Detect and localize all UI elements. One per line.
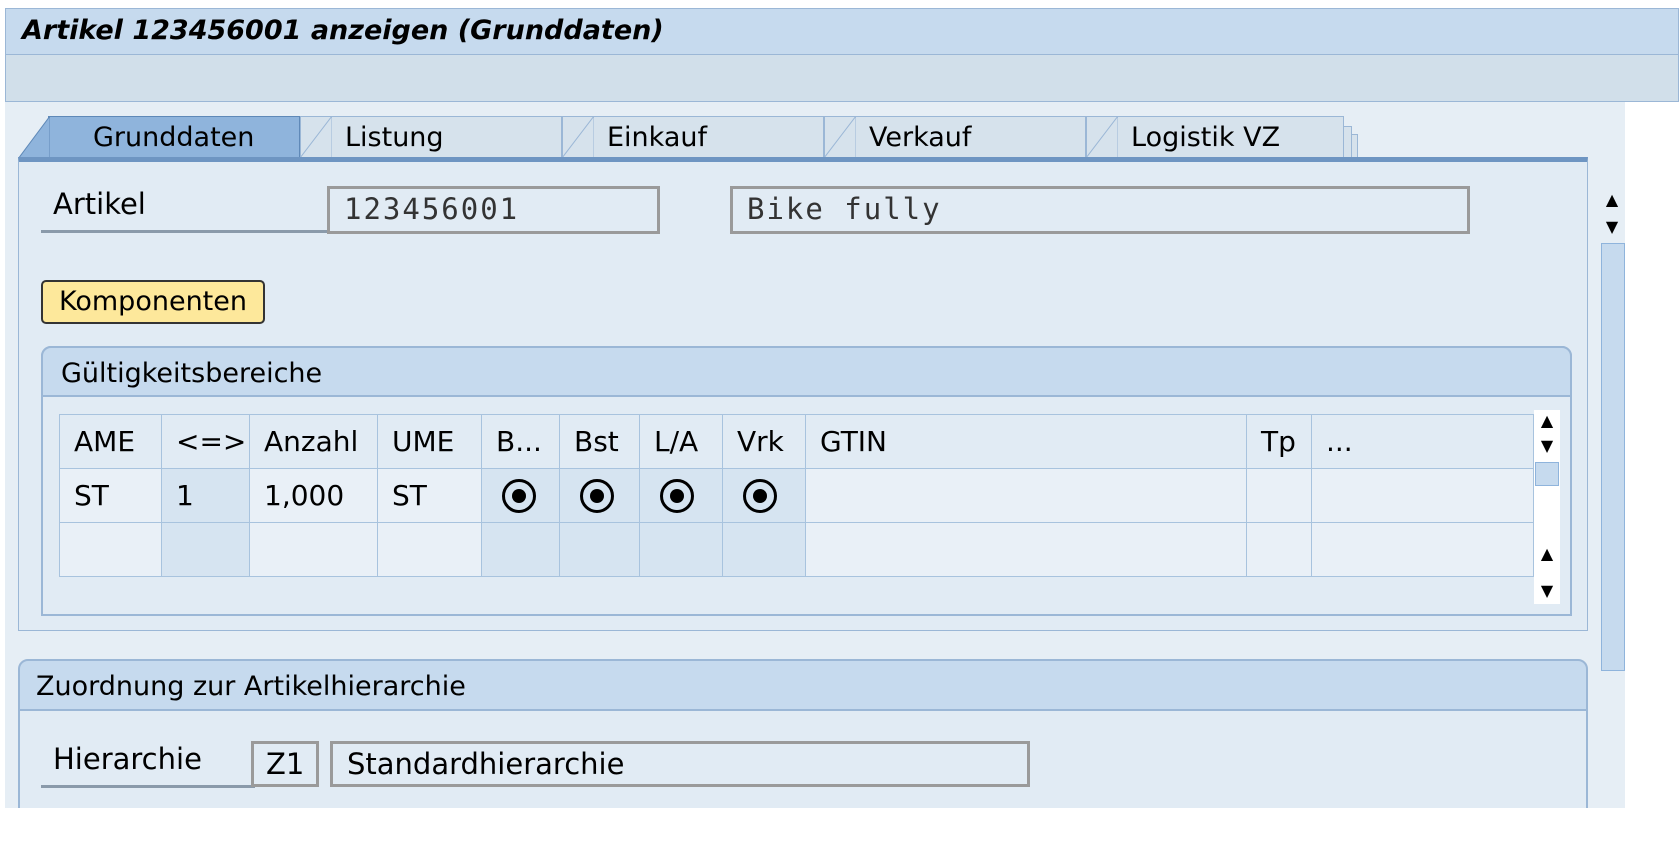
cell-empty[interactable] — [481, 522, 560, 577]
arrow-up-icon[interactable]: ▲ — [1534, 412, 1560, 430]
tab-grunddaten-slant — [18, 116, 50, 159]
tab-logistik-slant — [1086, 116, 1118, 158]
hierarchy-name-field[interactable]: Standardhierarchie — [330, 741, 1030, 787]
cell-quantity[interactable]: 1,000 — [249, 468, 378, 523]
tab-label: Einkauf — [607, 122, 707, 153]
radio-selected-icon[interactable] — [502, 479, 536, 513]
hierarchy-label: Hierarchie — [41, 742, 255, 788]
cell-vrk[interactable] — [722, 468, 806, 523]
table-row[interactable] — [59, 522, 1534, 577]
tab-listung[interactable]: Listung — [300, 116, 562, 158]
validity-group-title: Gültigkeitsbereiche — [41, 346, 1572, 397]
tab-overflow-indicator-2 — [1352, 134, 1358, 158]
arrow-down-icon[interactable]: ▼ — [1534, 437, 1560, 455]
cell-empty[interactable] — [1246, 522, 1312, 577]
radio-selected-icon[interactable] — [743, 479, 777, 513]
tab-grunddaten[interactable]: Grunddaten — [48, 116, 300, 158]
cell-b[interactable] — [481, 468, 560, 523]
cell-ame[interactable]: ST — [59, 468, 162, 523]
col-bst[interactable]: Bst — [559, 414, 640, 469]
cell-empty[interactable] — [59, 522, 162, 577]
radio-selected-icon[interactable] — [660, 479, 694, 513]
tab-verkauf-slant — [824, 116, 856, 158]
col-tp[interactable]: Tp — [1246, 414, 1312, 469]
hierarchy-code-field[interactable]: Z1 — [251, 741, 319, 787]
toolbar — [5, 54, 1679, 102]
table-row[interactable]: ST 1 1,000 ST — [59, 468, 1534, 523]
col-vrk[interactable]: Vrk — [722, 414, 806, 469]
tab-label: Listung — [345, 122, 444, 153]
cell-more[interactable] — [1311, 468, 1534, 523]
cell-empty[interactable] — [722, 522, 806, 577]
radio-selected-icon[interactable] — [580, 479, 614, 513]
arrow-up-icon[interactable]: ▲ — [1600, 191, 1624, 209]
window-title: Artikel 123456001 anzeigen (Grunddaten) — [22, 15, 664, 46]
col-ratio[interactable]: <=> — [161, 414, 250, 469]
tab-overflow-indicator[interactable] — [1344, 126, 1352, 158]
col-b[interactable]: B... — [481, 414, 560, 469]
table-scroll-thumb[interactable] — [1535, 462, 1559, 486]
arrow-up-icon[interactable]: ▲ — [1534, 545, 1560, 563]
cell-gtin[interactable] — [805, 468, 1247, 523]
cell-empty[interactable] — [377, 522, 482, 577]
tab-label: Logistik VZ — [1131, 122, 1281, 153]
tab-logistik-vz[interactable]: Logistik VZ — [1086, 116, 1344, 158]
article-description-field[interactable]: Bike fully — [730, 186, 1470, 234]
cell-bst[interactable] — [559, 468, 640, 523]
col-ame[interactable]: AME — [59, 414, 162, 469]
right-gutter — [1625, 102, 1679, 808]
arrow-down-icon[interactable]: ▼ — [1600, 218, 1624, 236]
cell-ume[interactable]: ST — [377, 468, 482, 523]
tab-label: Verkauf — [869, 122, 972, 153]
col-la[interactable]: L/A — [639, 414, 723, 469]
cell-empty[interactable] — [805, 522, 1247, 577]
title-bar: Artikel 123456001 anzeigen (Grunddaten) — [5, 8, 1679, 54]
col-gtin[interactable]: GTIN — [805, 414, 1247, 469]
cell-ratio[interactable]: 1 — [161, 468, 250, 523]
components-button[interactable]: Komponenten — [41, 280, 265, 324]
col-quantity[interactable]: Anzahl — [249, 414, 378, 469]
tab-label: Grunddaten — [93, 122, 255, 153]
cell-empty[interactable] — [161, 522, 250, 577]
tab-listung-slant — [300, 116, 332, 158]
cell-la[interactable] — [639, 468, 723, 523]
article-label: Artikel — [41, 187, 329, 233]
cell-tp[interactable] — [1246, 468, 1312, 523]
tab-verkauf[interactable]: Verkauf — [824, 116, 1086, 158]
cell-empty[interactable] — [639, 522, 723, 577]
page-scroll-thumb[interactable] — [1601, 243, 1625, 671]
tab-einkauf-slant — [562, 116, 594, 158]
col-more[interactable]: ... — [1311, 414, 1534, 469]
cell-empty[interactable] — [1311, 522, 1534, 577]
validity-table: AME <=> Anzahl UME B... Bst L/A Vrk GTIN… — [59, 414, 1534, 577]
tab-einkauf[interactable]: Einkauf — [562, 116, 824, 158]
hierarchy-group-title: Zuordnung zur Artikelhierarchie — [18, 659, 1588, 711]
col-ume[interactable]: UME — [377, 414, 482, 469]
arrow-down-icon[interactable]: ▼ — [1534, 582, 1560, 600]
article-number-field[interactable]: 123456001 — [327, 186, 660, 234]
cell-empty[interactable] — [559, 522, 640, 577]
cell-empty[interactable] — [249, 522, 378, 577]
table-header-row: AME <=> Anzahl UME B... Bst L/A Vrk GTIN… — [59, 414, 1534, 469]
